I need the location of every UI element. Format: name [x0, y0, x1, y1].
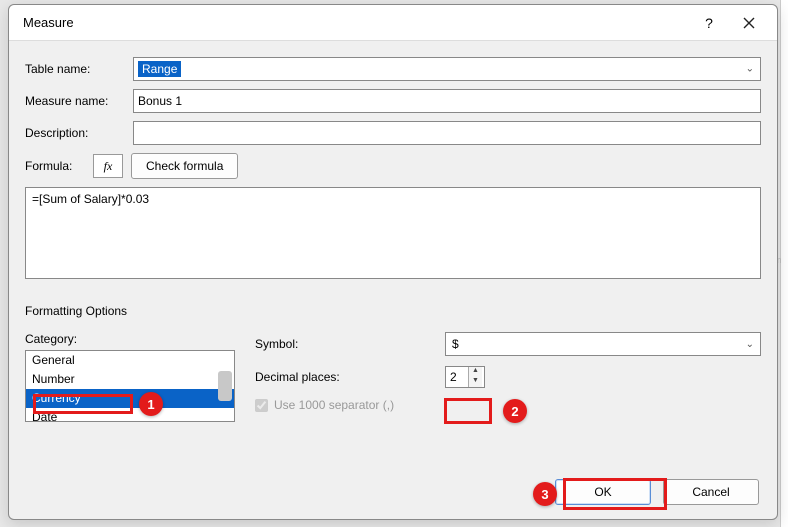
close-icon — [743, 17, 755, 29]
spin-up-icon[interactable]: ▲ — [468, 367, 482, 377]
ok-button[interactable]: OK — [555, 479, 651, 505]
decimal-places-label: Decimal places: — [255, 370, 445, 384]
list-item[interactable]: Date — [26, 408, 234, 422]
table-name-label: Table name: — [25, 62, 133, 76]
formula-textarea[interactable]: =[Sum of Salary]*0.03 — [25, 187, 761, 279]
formatting-options-heading: Formatting Options — [25, 304, 761, 318]
list-item[interactable]: Currency — [26, 389, 234, 408]
table-name-select[interactable]: Range ⌄ — [133, 57, 761, 81]
dialog-content: Table name: Range ⌄ Measure name: Descri… — [9, 41, 777, 432]
category-listbox[interactable]: General Number Currency Date — [25, 350, 235, 422]
decimal-places-spinbox[interactable]: ▲ ▼ — [445, 366, 485, 388]
scrollbar-thumb[interactable] — [218, 371, 232, 401]
decimal-row: Decimal places: ▲ ▼ — [255, 366, 761, 388]
chevron-down-icon: ⌄ — [746, 64, 754, 75]
table-name-value: Range — [138, 61, 181, 77]
symbol-select[interactable]: $ ⌄ — [445, 332, 761, 356]
symbol-label: Symbol: — [255, 337, 445, 351]
description-input[interactable] — [133, 121, 761, 145]
measure-dialog: Measure ? Table name: Range ⌄ Measure na… — [8, 4, 778, 520]
formula-label: Formula: — [25, 159, 85, 173]
list-item[interactable]: Number — [26, 370, 234, 389]
thousand-separator-label: Use 1000 separator (,) — [274, 398, 394, 412]
table-name-row: Table name: Range ⌄ — [25, 57, 761, 81]
category-label: Category: — [25, 332, 235, 346]
list-item[interactable]: General — [26, 351, 234, 370]
spin-buttons[interactable]: ▲ ▼ — [468, 367, 482, 387]
titlebar: Measure ? — [9, 5, 777, 41]
category-column: Category: General Number Currency Date — [25, 332, 235, 422]
formula-row: Formula: fx Check formula — [25, 153, 761, 179]
close-button[interactable] — [729, 7, 769, 39]
spin-down-icon[interactable]: ▼ — [468, 377, 482, 387]
callout-marker: 1 — [139, 392, 163, 416]
description-label: Description: — [25, 126, 133, 140]
description-row: Description: — [25, 121, 761, 145]
fx-button[interactable]: fx — [93, 154, 123, 178]
measure-name-label: Measure name: — [25, 94, 133, 108]
measure-name-input[interactable] — [133, 89, 761, 113]
help-button[interactable]: ? — [689, 7, 729, 39]
thousand-separator-checkbox — [255, 399, 268, 412]
symbol-row: Symbol: $ ⌄ — [255, 332, 761, 356]
chevron-down-icon: ⌄ — [746, 339, 754, 350]
check-formula-button[interactable]: Check formula — [131, 153, 238, 179]
callout-marker: 3 — [533, 482, 557, 506]
measure-name-row: Measure name: — [25, 89, 761, 113]
formatting-grid: Category: General Number Currency Date S… — [25, 332, 761, 422]
cancel-button[interactable]: Cancel — [663, 479, 759, 505]
callout-marker: 2 — [503, 399, 527, 423]
symbol-value: $ — [452, 337, 459, 351]
decimal-places-input[interactable] — [446, 370, 468, 384]
dialog-title: Measure — [23, 15, 689, 30]
dialog-button-row: OK Cancel — [555, 479, 759, 505]
